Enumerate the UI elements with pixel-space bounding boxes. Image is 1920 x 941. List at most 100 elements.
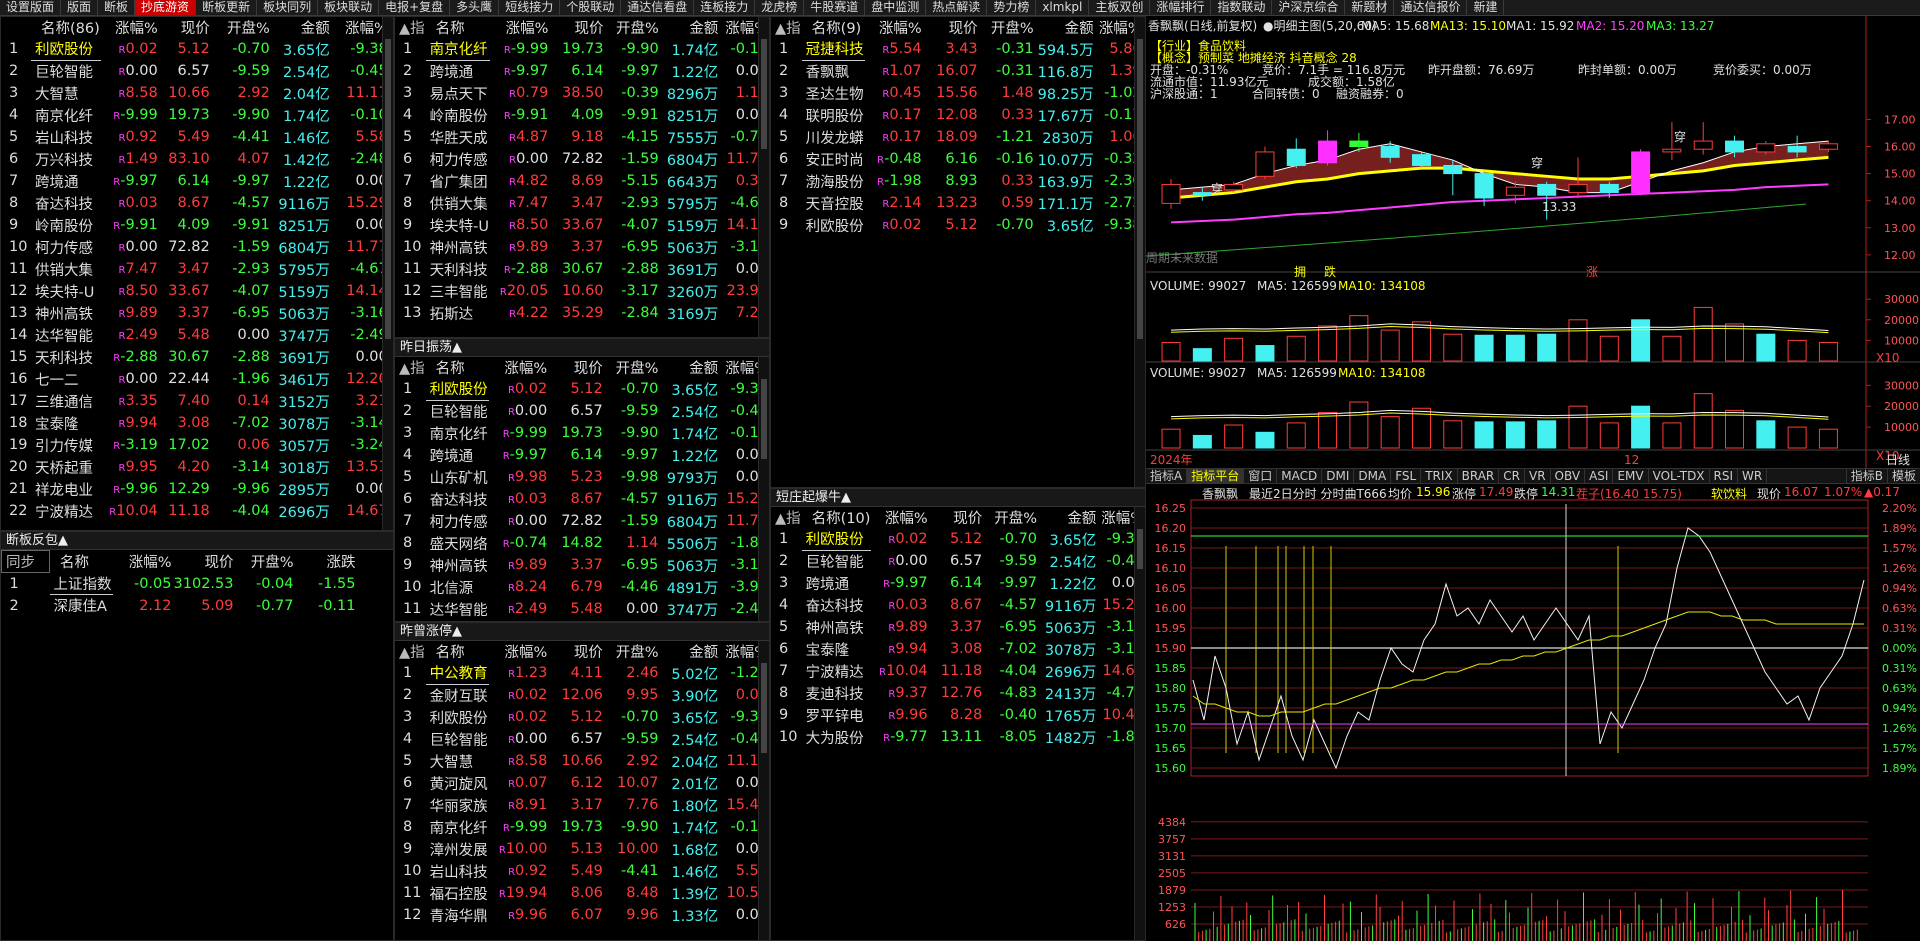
header-col-3[interactable]: 开盘% [211,17,271,38]
table-row[interactable]: 1 上证指数 -0.05 3102.53 -0.04 -1.55 [2,572,357,595]
header-col-1[interactable]: 涨幅% [871,507,928,528]
header-col-3[interactable]: 开盘% [979,17,1035,38]
sync-button[interactable]: 同步 [1,550,50,573]
table-row[interactable]: 3 跨境通 R-9.97 6.14 -9.97 1.22亿 0.00 [771,572,1145,594]
nav-tab-20[interactable]: 涨幅排行 [1150,0,1212,15]
table-row[interactable]: 5 神州高铁 R9.89 3.37 -6.95 5063万 -3.16 [771,616,1145,638]
table-row[interactable]: 9 岭南股份 R-9.91 4.09 -9.91 8251万 0.00 [1,214,389,236]
table-row[interactable]: 3 利欧股份 R0.02 5.12 -0.70 3.65亿 -9.38 [395,706,769,728]
table-row[interactable]: 5 山东矿机 R9.98 5.23 -9.98 9793万 0.00 [395,466,769,488]
table-row[interactable]: 1 利欧股份 R0.02 5.12 -0.70 3.65亿 -9.38 [771,528,1145,551]
table-row[interactable]: 11 天利科技 R-2.88 30.67 -2.88 3691万 0.00 [395,258,769,280]
table-row[interactable]: 2 金财互联 R0.02 12.06 9.95 3.90亿 0.08 [395,684,769,706]
table-row[interactable]: 3 圣达生物 R0.45 15.56 1.48 98.25万 -1.02 [771,82,1143,104]
table-row[interactable]: 8 盛天网络 R-0.74 14.82 1.14 5506万 -1.85 [395,532,769,554]
table-row[interactable]: 7 渤海股份 R-1.98 8.93 0.33 163.9万 -2.30 [771,170,1143,192]
table-row[interactable]: 9 神州高铁 R9.89 3.37 -6.95 5063万 -3.16 [395,554,769,576]
table-row[interactable]: 1 冠捷科技 R5.54 3.43 -0.31 594.5万 5.86 [771,38,1143,61]
nav-tab-6[interactable]: 板块联动 [318,0,380,15]
table-row[interactable]: 3 易点天下 R0.79 38.50 -0.39 8296万 1.18 [395,82,769,104]
nav-tab-15[interactable]: 盘中监测 [865,0,927,15]
header-col-1[interactable]: 涨幅% [490,17,549,38]
header-name[interactable]: 名称(10) [802,507,872,528]
nav-tab-17[interactable]: 势力榜 [987,0,1037,15]
indicator-tab-14[interactable]: VOL-TDX [1649,469,1710,483]
table-row[interactable]: 6 柯力传感 R0.00 72.82 -1.59 6804万 11.77 [395,148,769,170]
table-row[interactable]: 5 华胜天成 R4.87 9.18 -4.15 7555万 -0.76 [395,126,769,148]
header-col-2[interactable]: 现价 [929,507,984,528]
indicator-tab-right-1[interactable]: 模板 [1886,469,1920,483]
table-row[interactable]: 1 南京化纤 R-9.99 19.73 -9.90 1.74亿 -0.10 [395,38,769,61]
table-row[interactable]: 12 三丰智能 R20.05 10.60 -3.17 3260万 23.98 [395,280,769,302]
nav-tab-24[interactable]: 通达信报价 [1394,0,1468,15]
indicator-tab-9[interactable]: CR [1499,469,1525,483]
header-col-2[interactable]: 现价 [923,17,979,38]
table-row[interactable]: 9 利欧股份 R0.02 5.12 -0.70 3.65亿 -9.38 [771,214,1143,236]
table-row[interactable]: 17 三维通信 R3.35 7.40 0.14 3152万 3.21 [1,390,389,412]
nav-tab-4[interactable]: 断板更新 [196,0,258,15]
table-row[interactable]: 2 巨轮智能 R0.00 6.57 -9.59 2.54亿 -0.45 [1,60,389,82]
indicator-tab-1[interactable]: 指标平台 [1187,469,1245,483]
table-row[interactable]: 6 万兴科技 R1.49 83.10 4.07 1.42亿 -2.48 [1,148,389,170]
scrollbar[interactable] [758,641,769,940]
table-row[interactable]: 4 南京化纤 R-9.99 19.73 -9.90 1.74亿 -0.10 [1,104,389,126]
nav-tab-14[interactable]: 牛股赛道 [804,0,866,15]
table-row[interactable]: 5 岩山科技 R0.92 5.49 -4.41 1.46亿 5.58 [1,126,389,148]
indicator-tab-3[interactable]: MACD [1277,469,1323,483]
table-row[interactable]: 22 宁波精达 R10.04 11.18 -4.04 2696万 14.67 [1,500,389,522]
indicator-tab-right-0[interactable]: 指标B [1845,469,1887,483]
nav-tab-23[interactable]: 新题材 [1345,0,1395,15]
table-row[interactable]: 10 大为股份 R-9.77 13.11 -8.05 1482万 -1.87 [771,726,1145,748]
header-col-4[interactable]: 金额 [660,641,720,662]
table-row[interactable]: 6 安正时尚 R-0.48 6.16 -0.16 10.07万 -0.32 [771,148,1143,170]
table-row[interactable]: 7 省广集团 R4.82 8.69 -5.15 6643万 0.35 [395,170,769,192]
nav-tab-2[interactable]: 断板 [98,0,136,15]
table-row[interactable]: 10 北信源 R8.24 6.79 -4.46 4891万 -3.96 [395,576,769,598]
table-row[interactable]: 6 宝泰隆 R9.94 3.08 -7.02 3078万 -3.14 [771,638,1145,660]
table-row[interactable]: 1 利欧股份 R0.02 5.12 -0.70 3.65亿 -9.38 [1,38,389,61]
nav-tab-8[interactable]: 多头鹰 [450,0,500,15]
nav-tab-1[interactable]: 版面 [61,0,99,15]
indicator-tab-11[interactable]: OBV [1551,469,1586,483]
header-name[interactable]: 名称 [426,357,489,378]
table-row[interactable]: 12 埃夫特-U R8.50 33.67 -4.07 5159万 14.14 [1,280,389,302]
indicator-tab-10[interactable]: VR [1525,469,1551,483]
header-name[interactable]: 名称 [426,641,489,662]
table-row[interactable]: 9 罗平锌电 R9.96 8.28 -0.40 1765万 10.40 [771,704,1145,726]
table-row[interactable]: 1 利欧股份 R0.02 5.12 -0.70 3.65亿 -9.38 [395,378,769,401]
nav-tab-5[interactable]: 板块同列 [257,0,319,15]
table-row[interactable]: 2 巨轮智能 R0.00 6.57 -9.59 2.54亿 -0.45 [395,400,769,422]
table-row[interactable]: 4 联明股份 R0.17 12.08 0.33 17.67万 -0.17 [771,104,1143,126]
scrollbar[interactable] [1134,507,1145,940]
table-row[interactable]: 8 天音控股 R2.14 13.23 0.59 171.1万 -2.72 [771,192,1143,214]
header-col-1[interactable]: 涨幅% [489,641,549,662]
scrollbar[interactable] [758,357,769,621]
header-col-1[interactable]: 涨幅% [113,551,173,573]
table-row[interactable]: 7 跨境通 R-9.97 6.14 -9.97 1.22亿 0.00 [1,170,389,192]
nav-tab-18[interactable]: xlmkpl [1036,0,1090,15]
panel-title[interactable]: 昨曾涨停▲ [395,623,769,641]
header-col-3[interactable]: 开盘% [605,17,660,38]
table-row[interactable]: 11 福石控股 R19.94 8.06 8.48 1.39亿 10.56 [395,882,769,904]
header-col-3[interactable]: 开盘% [235,551,295,573]
table-row[interactable]: 15 天利科技 R-2.88 30.67 -2.88 3691万 0.00 [1,346,389,368]
table-row[interactable]: 12 青海华鼎 R9.96 6.07 9.96 1.33亿 0.00 [395,904,769,926]
nav-tab-16[interactable]: 热点解读 [926,0,988,15]
table-row[interactable]: 7 华丽家族 R8.91 3.17 7.76 1.80亿 15.47 [395,794,769,816]
header-col-4[interactable]: 金额 [271,17,331,38]
table-row[interactable]: 8 麦迪科技 R9.37 12.76 -4.83 2413万 -4.78 [771,682,1145,704]
scrollbar[interactable] [1134,17,1145,487]
header-name[interactable]: 名称(9) [802,17,865,38]
header-col-4[interactable]: 金额 [659,357,719,378]
table-row[interactable]: 4 巨轮智能 R0.00 6.57 -9.59 2.54亿 -0.45 [395,728,769,750]
header-name[interactable]: 名称 [426,17,490,38]
table-row[interactable]: 9 漳州发展 R10.00 5.13 10.00 1.68亿 0.00 [395,838,769,860]
indicator-tab-15[interactable]: RSI [1710,469,1739,483]
header-col-4[interactable]: 金额 [660,17,720,38]
table-row[interactable]: 11 供销大集 R7.47 3.47 -2.93 5795万 -4.67 [1,258,389,280]
header-col-0[interactable]: 名称 [50,551,113,573]
table-row[interactable]: 3 大智慧 R8.58 10.66 2.92 2.04亿 11.17 [1,82,389,104]
header-col-4[interactable]: 金额 [1038,507,1097,528]
nav-tab-25[interactable]: 新建 [1467,0,1505,15]
table-row[interactable]: 2 跨境通 R-9.97 6.14 -9.97 1.22亿 0.00 [395,60,769,82]
